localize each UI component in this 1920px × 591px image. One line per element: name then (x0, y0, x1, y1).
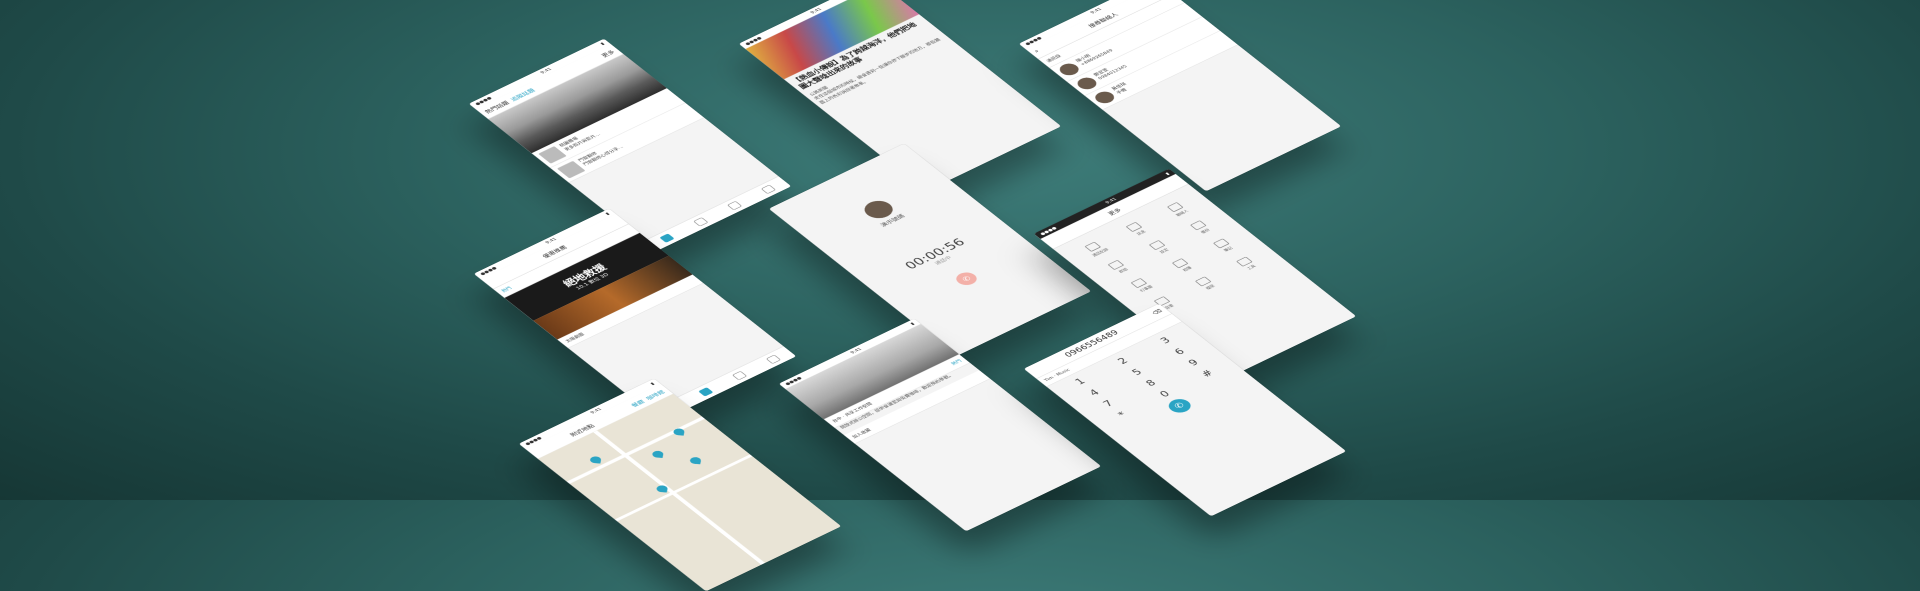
home-icon[interactable] (659, 233, 675, 243)
contacts-screen: ●●●●9:41▮ ⌕ 搜尋聯絡人 通訊錄 陳小明+8869265849 鄭宜萱… (1018, 0, 1342, 192)
backspace-icon[interactable]: ⌫ (1151, 308, 1164, 316)
map-pin[interactable] (689, 456, 702, 465)
map-pin[interactable] (589, 456, 602, 464)
menu-cell[interactable]: 訊息 (1110, 214, 1163, 244)
item-thumbnail (556, 160, 586, 179)
item-title: 太陽劇團 (564, 332, 586, 344)
avatar (1073, 75, 1101, 92)
showcase-stage: ●●●● 9:41 ▮ 熱門話題 追蹤話題 更多 桃園機場 更多照片與影片… 門窗翻修… (0, 0, 1920, 591)
promo-tag[interactable]: 熱門 (500, 286, 513, 294)
menu-cell[interactable]: 相簿 (1156, 251, 1209, 281)
phone-icon: ✆ (960, 274, 973, 283)
feed-screen: ●●●● 9:41 ▮ 熱門話題 追蹤話題 更多 桃園機場 更多照片與影片… 門窗翻修… (468, 38, 792, 252)
space-screen: ●●●● 9:41 ▮ 台中 · 共享工作空間 熱門 開放式辦公空間，提供會議室與免… (778, 318, 1102, 532)
menu-cell[interactable]: 聯絡人 (1151, 195, 1204, 225)
menu-cell[interactable]: 檔案 (1179, 269, 1232, 299)
map-screen: ●●●● 9:41 ▮ 附近地點 餐廳 咖啡館 (518, 378, 842, 591)
chat-icon[interactable] (726, 201, 742, 211)
profile-icon[interactable] (765, 354, 781, 365)
menu-cell[interactable]: 通話紀錄 (1069, 234, 1122, 264)
call-screen: 演示號碼 00:00:56 通話中 ✆ (768, 143, 1092, 357)
tab-bar (643, 176, 792, 252)
space-badge[interactable]: 熱門 (950, 358, 963, 366)
menu-cell[interactable]: 工具 (1220, 249, 1273, 279)
avatar (1056, 61, 1083, 78)
favorite-label: 加入收藏 (850, 427, 872, 439)
menu-cell[interactable]: 群組 (1092, 252, 1145, 282)
map-pin[interactable] (655, 485, 669, 493)
menu-cell[interactable]: 備份 (1174, 213, 1227, 243)
more-link[interactable]: 更多 (599, 48, 616, 58)
search-icon[interactable]: ⌕ (1033, 49, 1041, 54)
chat-icon[interactable] (731, 371, 747, 381)
profile-icon[interactable] (760, 184, 776, 195)
menu-cell[interactable]: 設定 (1133, 233, 1186, 263)
explore-icon[interactable] (692, 217, 709, 227)
map-pin[interactable] (672, 428, 686, 436)
explore-icon[interactable] (697, 387, 714, 397)
menu-cell[interactable]: 筆記 (1197, 231, 1250, 261)
hangup-button[interactable]: ✆ (952, 269, 981, 288)
menu-cell[interactable]: 行事曆 (1115, 270, 1168, 300)
map-pin[interactable] (651, 450, 664, 458)
avatar (1091, 89, 1118, 106)
